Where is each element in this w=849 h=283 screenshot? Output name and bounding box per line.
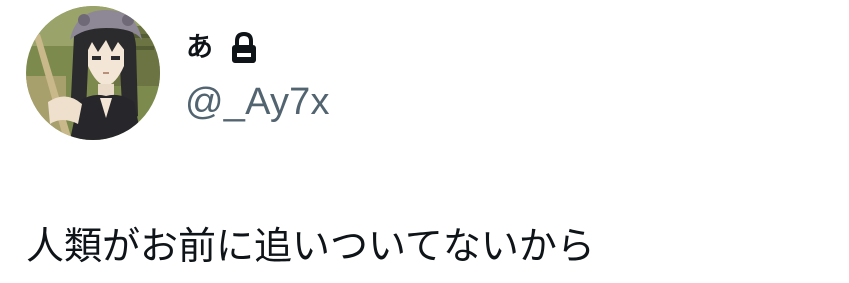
- author-name-row: あ: [186, 30, 257, 66]
- avatar[interactable]: [26, 6, 160, 140]
- post-card: あ @_Ay7x 人類がお前に追いついてないから: [0, 0, 849, 283]
- avatar-image: [26, 6, 160, 140]
- post-text: 人類がお前に追いついてないから: [26, 224, 595, 268]
- lock-icon: [232, 32, 256, 63]
- display-name[interactable]: あ: [186, 30, 213, 66]
- user-handle[interactable]: @_Ay7x: [185, 80, 330, 124]
